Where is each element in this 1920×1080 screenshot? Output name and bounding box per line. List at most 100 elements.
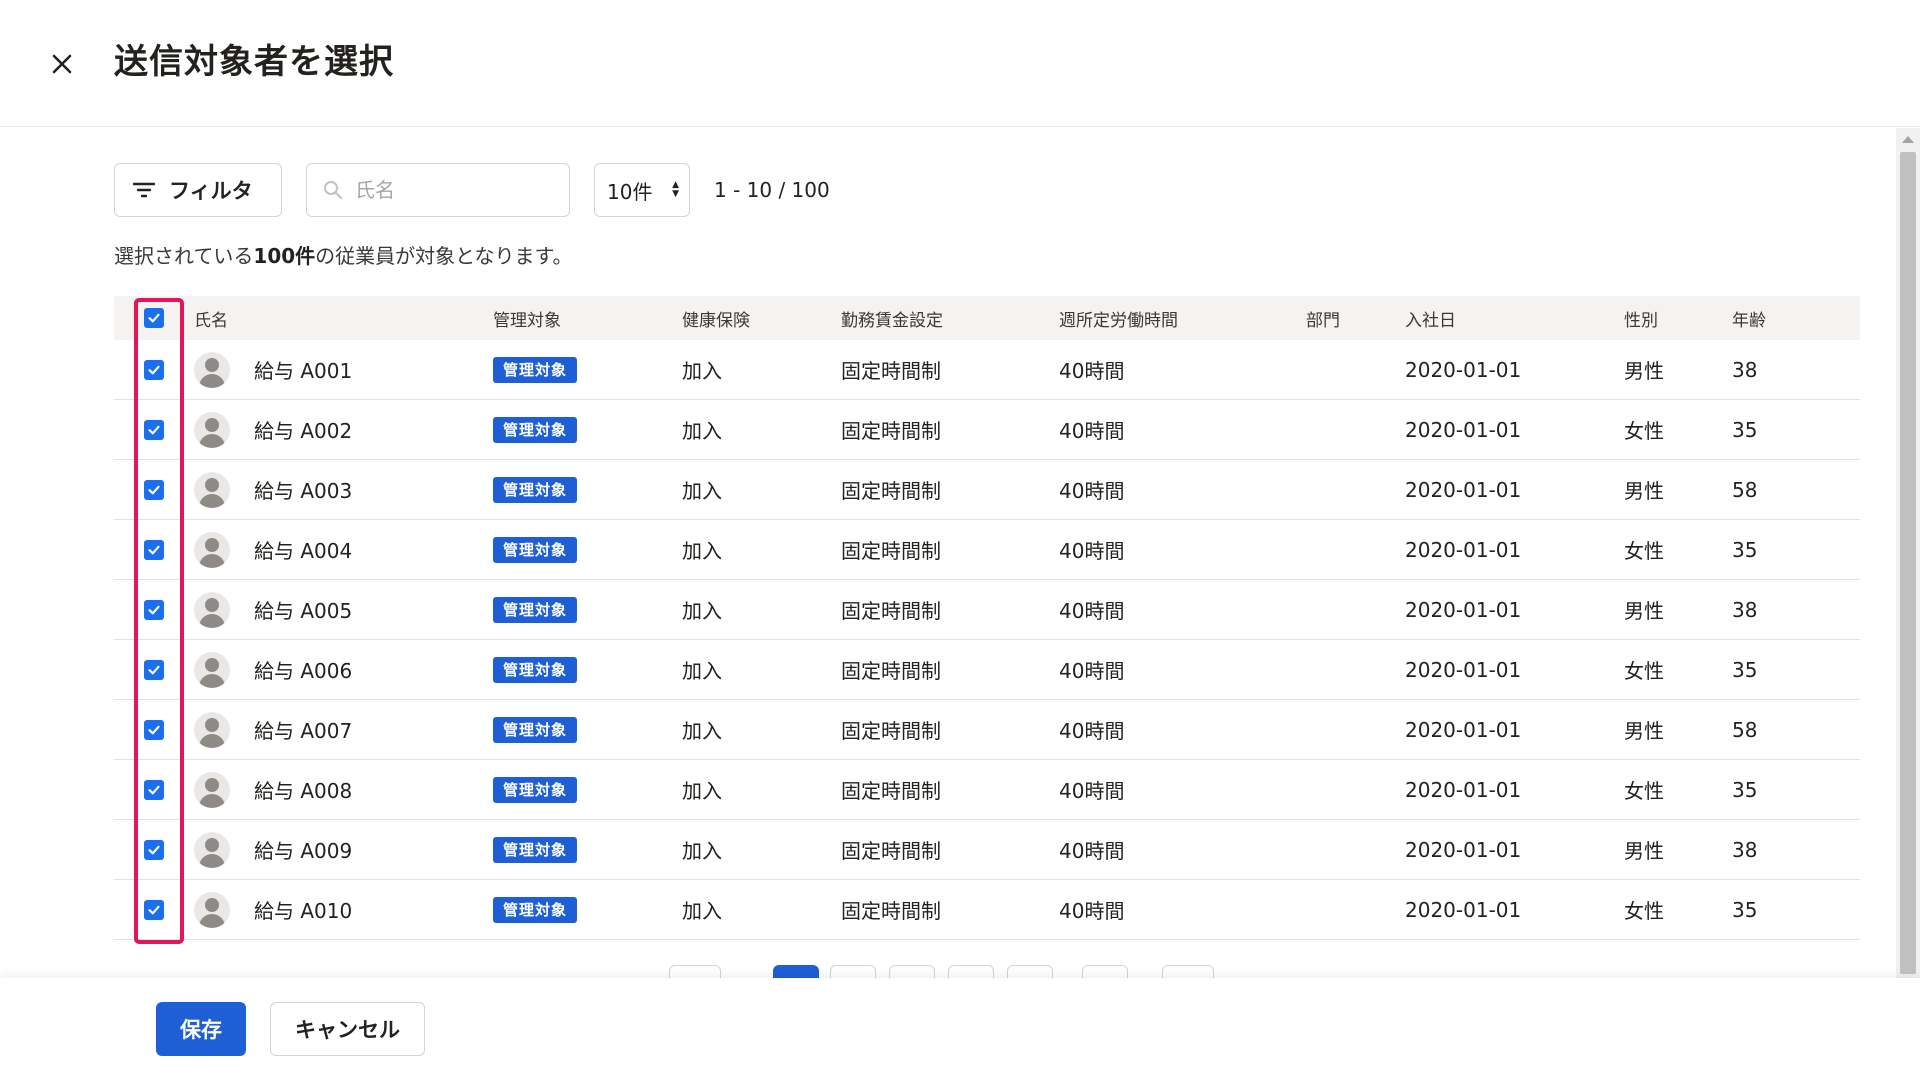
mgmt-badge: 管理対象 [493, 896, 578, 923]
table-header: 氏名 管理対象 健康保険 勤務賃金設定 週所定労働時間 部門 入社日 性別 年齢 [114, 296, 1860, 340]
row-checkbox[interactable] [144, 539, 164, 560]
save-button[interactable]: 保存 [156, 1002, 246, 1056]
insurance-cell: 加入 [682, 419, 722, 443]
table-row[interactable]: 給与 A008 管理対象 加入 固定時間制 40時間 2020-01-01 女性 35 [114, 760, 1860, 820]
select-all-checkbox[interactable] [144, 308, 164, 328]
app-root: 送信対象者を選択 フィルタ 10件 ▲▼ 1 - 10 / 100 [0, 0, 1920, 1080]
filter-button[interactable]: フィルタ [114, 163, 282, 217]
row-checkbox[interactable] [144, 899, 164, 920]
row-checkbox-cell [144, 460, 166, 519]
row-checkbox[interactable] [144, 419, 164, 440]
age-cell: 35 [1732, 537, 1758, 562]
employee-name: 給与 A005 [254, 599, 353, 623]
gender-cell: 女性 [1624, 659, 1664, 683]
wage-setting-cell: 固定時間制 [841, 479, 941, 503]
per-page-select[interactable]: 10件 ▲ ▼ [594, 163, 690, 217]
table-row[interactable]: 給与 A004 管理対象 加入 固定時間制 40時間 2020-01-01 女性 35 [114, 520, 1860, 580]
row-checkbox-cell [144, 580, 166, 639]
row-checkbox[interactable] [144, 779, 164, 800]
employee-name: 給与 A003 [254, 479, 353, 503]
working-hours-cell: 40時間 [1059, 419, 1125, 443]
insurance-cell: 加入 [682, 359, 722, 383]
join-date-cell: 2020-01-01 [1405, 837, 1522, 862]
column-header-name: 氏名 [194, 310, 228, 331]
pagination-button[interactable] [889, 965, 935, 978]
join-date-cell: 2020-01-01 [1405, 417, 1522, 442]
row-checkbox[interactable] [144, 659, 164, 680]
row-checkbox-cell [144, 880, 166, 939]
join-date-cell: 2020-01-01 [1405, 897, 1522, 922]
insurance-cell: 加入 [682, 719, 722, 743]
join-date-cell: 2020-01-01 [1405, 537, 1522, 562]
name-cell: 給与 A007 [194, 700, 454, 759]
mgmt-badge: 管理対象 [493, 536, 578, 563]
name-cell: 給与 A005 [194, 580, 454, 639]
mgmt-badge: 管理対象 [493, 356, 578, 383]
vertical-scrollbar[interactable] [1896, 128, 1920, 978]
table-row[interactable]: 給与 A010 管理対象 加入 固定時間制 40時間 2020-01-01 女性 35 [114, 880, 1860, 940]
column-header-hours: 週所定労働時間 [1059, 310, 1178, 331]
pagination-button[interactable] [1007, 965, 1053, 978]
row-checkbox[interactable] [144, 719, 164, 740]
avatar [194, 531, 230, 568]
pagination-button[interactable] [1162, 965, 1214, 978]
close-icon [52, 54, 72, 74]
table-row[interactable]: 給与 A002 管理対象 加入 固定時間制 40時間 2020-01-01 女性 35 [114, 400, 1860, 460]
per-page-value: 10件 [607, 179, 653, 204]
row-checkbox[interactable] [144, 839, 164, 860]
name-cell: 給与 A004 [194, 520, 454, 579]
search-field[interactable] [306, 163, 570, 217]
table-row[interactable]: 給与 A001 管理対象 加入 固定時間制 40時間 2020-01-01 男性 38 [114, 340, 1860, 400]
row-checkbox[interactable] [144, 479, 164, 500]
column-header-join-date: 入社日 [1405, 310, 1456, 331]
pagination-range: 1 - 10 / 100 [714, 178, 830, 202]
scrollbar-thumb[interactable] [1900, 152, 1916, 974]
notice-suffix: の従業員が対象となります。 [315, 244, 573, 268]
employee-name: 給与 A009 [254, 839, 353, 863]
checkmark-icon [148, 845, 160, 854]
dialog-content[interactable]: フィルタ 10件 ▲▼ 1 - 10 / 100 選択されている100件の従業員… [0, 128, 1895, 978]
working-hours-cell: 40時間 [1059, 839, 1125, 863]
close-button[interactable] [44, 46, 80, 82]
name-cell: 給与 A009 [194, 820, 454, 879]
column-header-insurance: 健康保険 [682, 310, 750, 331]
notice-prefix: 選択されている [114, 244, 254, 268]
search-input[interactable] [355, 178, 555, 202]
mgmt-cell: 管理対象 [493, 640, 578, 699]
name-cell: 給与 A001 [194, 340, 454, 399]
gender-cell: 女性 [1624, 779, 1664, 803]
wage-setting-cell: 固定時間制 [841, 899, 941, 923]
scroll-up-icon[interactable] [1902, 136, 1914, 143]
table-row[interactable]: 給与 A003 管理対象 加入 固定時間制 40時間 2020-01-01 男性 58 [114, 460, 1860, 520]
avatar [194, 591, 230, 628]
table-row[interactable]: 給与 A007 管理対象 加入 固定時間制 40時間 2020-01-01 男性 58 [114, 700, 1860, 760]
pagination-button[interactable] [948, 965, 994, 978]
cancel-button[interactable]: キャンセル [270, 1002, 425, 1056]
age-cell: 35 [1732, 417, 1758, 442]
avatar [194, 651, 230, 688]
table-row[interactable]: 給与 A006 管理対象 加入 固定時間制 40時間 2020-01-01 女性 35 [114, 640, 1860, 700]
mgmt-cell: 管理対象 [493, 700, 578, 759]
avatar [194, 411, 230, 448]
mgmt-cell: 管理対象 [493, 340, 578, 399]
checkmark-icon [148, 605, 160, 614]
name-cell: 給与 A010 [194, 880, 454, 939]
row-checkbox[interactable] [144, 359, 164, 380]
table-row[interactable]: 給与 A009 管理対象 加入 固定時間制 40時間 2020-01-01 男性 38 [114, 820, 1860, 880]
checkmark-icon [148, 485, 160, 494]
age-cell: 38 [1732, 357, 1758, 382]
employee-name: 給与 A006 [254, 659, 353, 683]
pagination-button[interactable] [669, 965, 721, 978]
working-hours-cell: 40時間 [1059, 719, 1125, 743]
table-row[interactable]: 給与 A005 管理対象 加入 固定時間制 40時間 2020-01-01 男性 38 [114, 580, 1860, 640]
row-checkbox-cell [144, 640, 166, 699]
employee-name: 給与 A001 [254, 359, 353, 383]
name-cell: 給与 A002 [194, 400, 454, 459]
row-checkbox[interactable] [144, 599, 164, 620]
checkmark-icon [148, 545, 160, 554]
pagination-button-active[interactable] [773, 965, 819, 978]
pagination-button[interactable] [1082, 965, 1128, 978]
name-cell: 給与 A006 [194, 640, 454, 699]
checkmark-icon [148, 725, 160, 734]
pagination-button[interactable] [830, 965, 876, 978]
